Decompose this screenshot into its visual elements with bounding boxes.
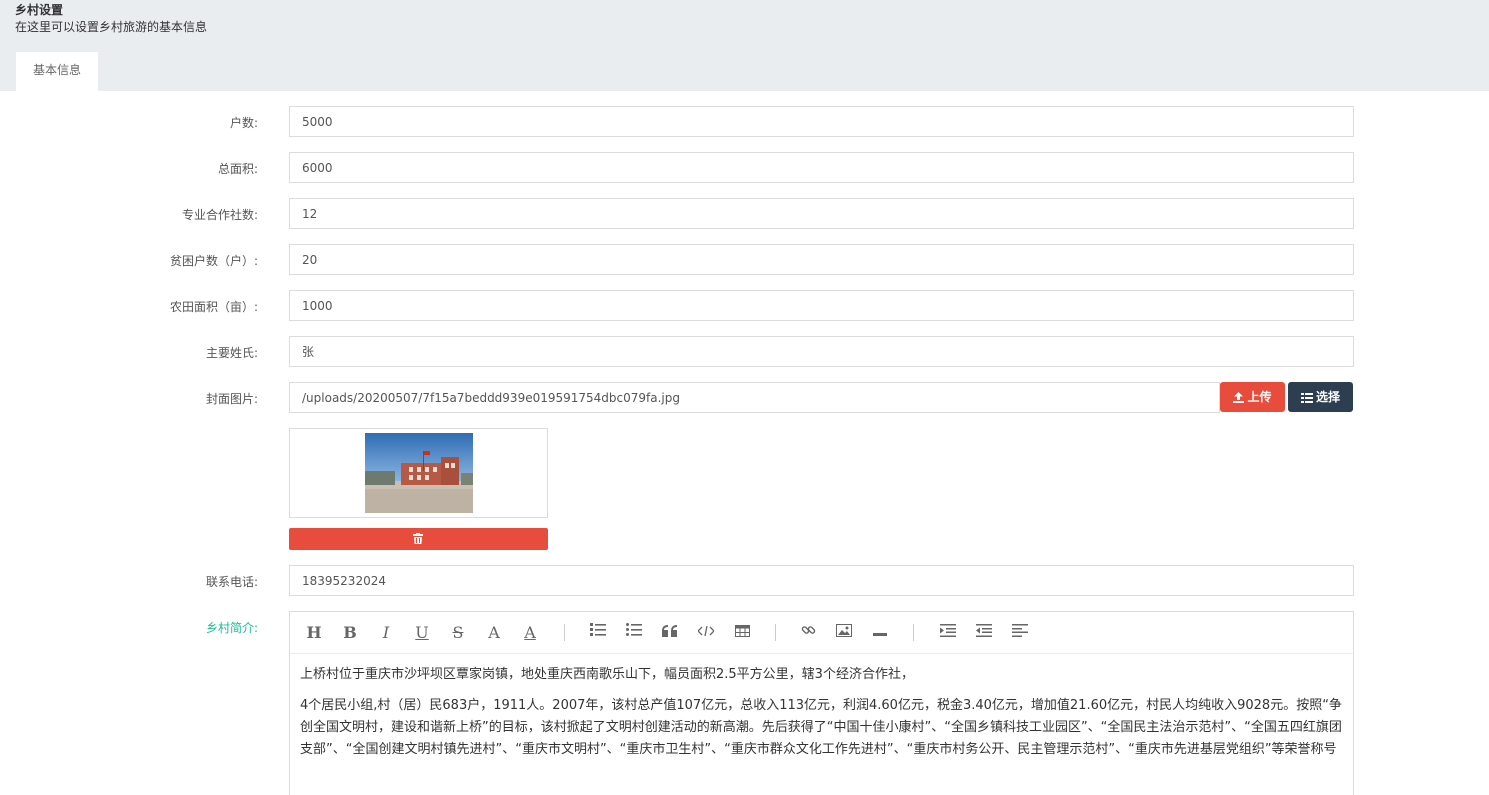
toolbar-separator (775, 624, 776, 641)
poor-households-input[interactable] (289, 244, 1354, 275)
page-title: 乡村设置 (15, 3, 64, 17)
list-icon (1300, 393, 1313, 403)
choose-label: 选择 (1315, 390, 1340, 404)
toolbar-separator (913, 624, 914, 641)
strikethrough-icon[interactable]: S (448, 623, 468, 643)
total-area-label: 总面积: (217, 162, 258, 176)
horizontal-rule-icon[interactable] (870, 623, 890, 643)
table-icon[interactable] (732, 623, 752, 643)
align-left-icon[interactable] (1010, 623, 1030, 643)
intro-paragraph: 4个居民小组,村（居）民683户，1911人。2007年，该村总产值107亿元，… (300, 698, 1342, 757)
cover-image-input[interactable] (289, 382, 1220, 413)
poor-households-label: 贫困户数（户）: (169, 254, 258, 268)
underline-icon[interactable]: U (412, 623, 432, 643)
quote-icon[interactable] (660, 623, 680, 643)
bold-icon[interactable]: B (340, 623, 360, 643)
cooperatives-label: 专业合作社数: (181, 208, 258, 222)
main-surname-input[interactable] (289, 336, 1354, 367)
main-surname-label: 主要姓氏: (205, 346, 258, 360)
indent-icon[interactable] (938, 623, 958, 643)
intro-paragraph: 上桥村位于重庆市沙坪坝区覃家岗镇，地处重庆西南歌乐山下，幅员面积2.5平方公里，… (300, 667, 914, 682)
cover-image-preview (289, 428, 548, 518)
farmland-area-label: 农田面积（亩）: (169, 300, 258, 314)
link-icon[interactable] (798, 623, 818, 643)
editor-content[interactable]: 上桥村位于重庆市沙坪坝区覃家岗镇，地处重庆西南歌乐山下，幅员面积2.5平方公里，… (300, 664, 1345, 761)
upload-icon (1233, 392, 1245, 403)
delete-image-button[interactable] (289, 528, 548, 550)
households-label: 户数: (229, 116, 258, 130)
image-icon[interactable] (834, 623, 854, 643)
outdent-icon[interactable] (974, 623, 994, 643)
page-header: 乡村设置 在这里可以设置乡村旅游的基本信息 基本信息 (0, 0, 1489, 91)
cover-image-label: 封面图片: (205, 392, 258, 406)
cover-thumbnail[interactable] (365, 433, 473, 513)
upload-label: 上传 (1247, 390, 1272, 404)
italic-icon[interactable]: I (376, 623, 396, 643)
intro-label: 乡村简介: (205, 621, 258, 635)
households-input[interactable] (289, 106, 1354, 137)
font-color-icon[interactable]: A (484, 623, 504, 643)
phone-input[interactable] (289, 565, 1354, 596)
ordered-list-icon[interactable] (588, 623, 608, 643)
upload-button[interactable]: 上传 (1220, 382, 1285, 412)
heading-icon[interactable]: H (304, 623, 324, 643)
unordered-list-icon[interactable] (624, 623, 644, 643)
cooperatives-input[interactable] (289, 198, 1354, 229)
trash-icon (413, 533, 423, 544)
farmland-area-input[interactable] (289, 290, 1354, 321)
intro-editor[interactable]: H B I U S A A 上桥村位于重庆市沙坪坝区覃家岗镇，地处重庆西南歌乐山… (289, 611, 1354, 795)
choose-button[interactable]: 选择 (1288, 382, 1353, 412)
toolbar-separator (564, 624, 565, 641)
editor-toolbar: H B I U S A A (290, 612, 1353, 654)
total-area-input[interactable] (289, 152, 1354, 183)
background-color-icon[interactable]: A (520, 623, 540, 643)
tab-basic-info[interactable]: 基本信息 (16, 52, 98, 91)
page-subtitle: 在这里可以设置乡村旅游的基本信息 (15, 20, 208, 34)
phone-label: 联系电话: (205, 575, 258, 589)
code-icon[interactable] (696, 623, 716, 643)
